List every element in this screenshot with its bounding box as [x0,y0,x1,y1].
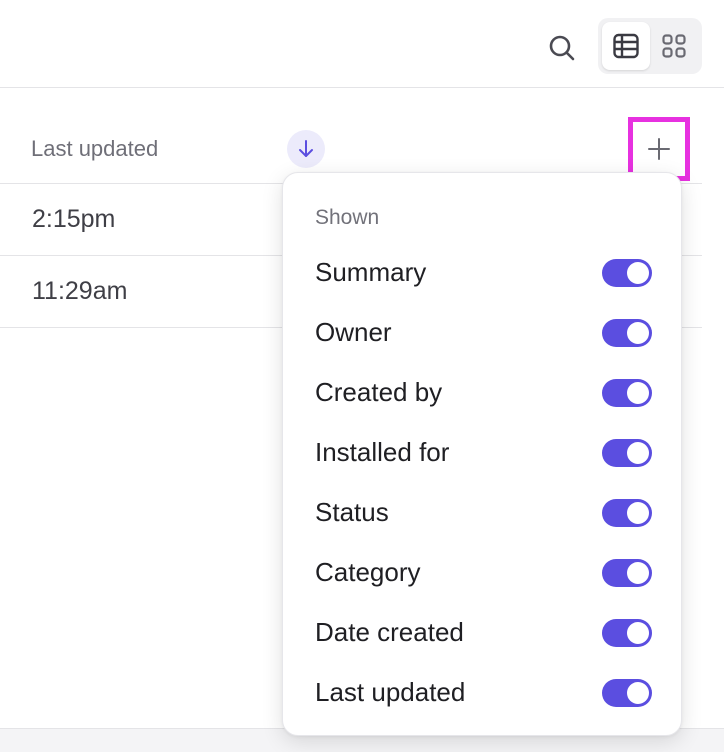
menu-item-label: Installed for [315,437,450,467]
grid-view-button[interactable] [650,22,698,70]
toggle-knob [627,442,649,464]
menu-item-label: Created by [315,377,443,407]
toggle-knob [627,502,649,524]
column-visibility-menu: Shown Summary Owner Created by Installed… [282,172,682,736]
menu-item-status[interactable]: Status [283,483,683,543]
toggle-switch[interactable] [602,379,652,407]
menu-item-date-created[interactable]: Date created [283,603,683,663]
menu-item-label: Date created [315,617,464,647]
menu-item-summary[interactable]: Summary [283,243,683,303]
toggle-switch[interactable] [602,319,652,347]
search-icon [549,35,575,61]
menu-item-category[interactable]: Category [283,543,683,603]
top-toolbar [0,0,724,88]
menu-item-last-updated[interactable]: Last updated [283,663,683,723]
menu-item-label: Owner [315,317,392,347]
toggle-knob [627,382,649,404]
menu-item-label: Summary [315,257,427,287]
view-mode-toggle [598,18,702,74]
toggle-switch[interactable] [602,559,652,587]
table-view-button[interactable] [602,22,650,70]
toggle-knob [627,262,649,284]
column-header-last-updated[interactable]: Last updated [31,136,158,162]
menu-item-label: Category [315,557,421,587]
toggle-knob [627,322,649,344]
arrow-down-icon [299,140,313,157]
menu-section-heading: Shown [315,206,380,229]
toggle-switch[interactable] [602,499,652,527]
menu-item-installed-for[interactable]: Installed for [283,423,683,483]
toggle-switch[interactable] [602,679,652,707]
toggle-switch[interactable] [602,439,652,467]
last-updated-cell: 11:29am [32,277,128,305]
toggle-knob [627,562,649,584]
table-icon [613,33,639,59]
last-updated-cell: 2:15pm [32,205,116,233]
menu-item-created-by[interactable]: Created by [283,363,683,423]
menu-item-label: Last updated [315,677,466,707]
plus-icon [648,138,670,160]
toggle-knob [627,622,649,644]
menu-item-label: Status [315,497,389,527]
menu-item-owner[interactable]: Owner [283,303,683,363]
toggle-switch[interactable] [602,619,652,647]
search-button[interactable] [544,30,580,66]
toggle-knob [627,682,649,704]
grid-icon [662,34,686,58]
toggle-switch[interactable] [602,259,652,287]
sort-descending-button[interactable] [287,130,325,168]
